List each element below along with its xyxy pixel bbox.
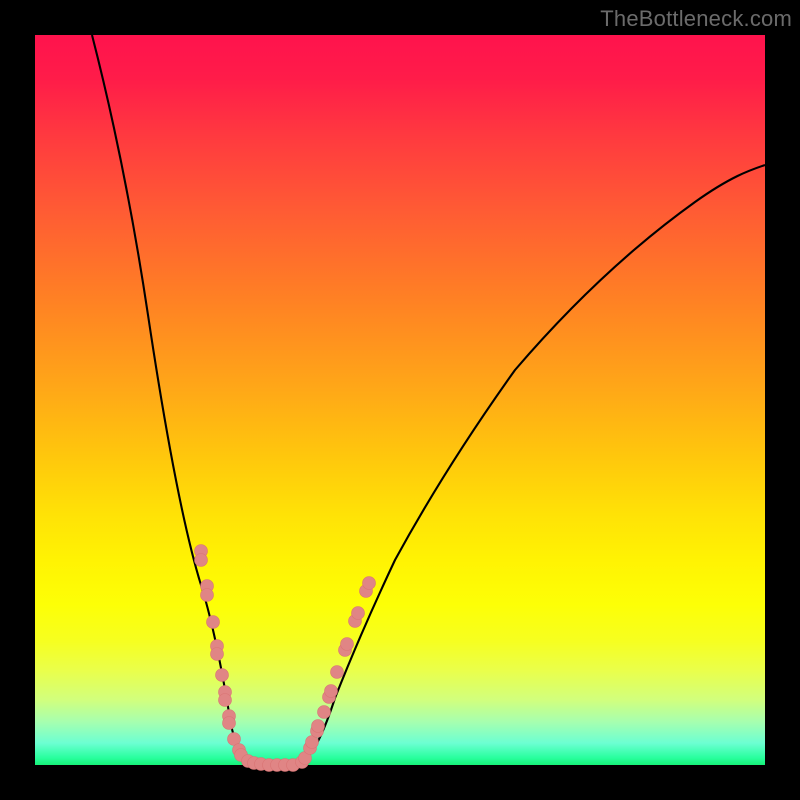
chart-frame: TheBottleneck.com [0, 0, 800, 800]
data-point [211, 648, 224, 661]
data-point [219, 694, 232, 707]
data-point [201, 589, 214, 602]
data-point [216, 669, 229, 682]
curve-group [92, 35, 765, 765]
data-point [318, 706, 331, 719]
data-point [325, 685, 338, 698]
watermark-text: TheBottleneck.com [600, 6, 792, 32]
data-point [223, 717, 236, 730]
data-point [331, 666, 344, 679]
data-point [363, 577, 376, 590]
data-point [352, 607, 365, 620]
data-point [341, 638, 354, 651]
data-point [195, 554, 208, 567]
data-point [312, 720, 325, 733]
bottleneck-curve [92, 35, 765, 765]
chart-overlay [35, 35, 765, 765]
data-point [207, 616, 220, 629]
data-points-group [195, 545, 376, 772]
